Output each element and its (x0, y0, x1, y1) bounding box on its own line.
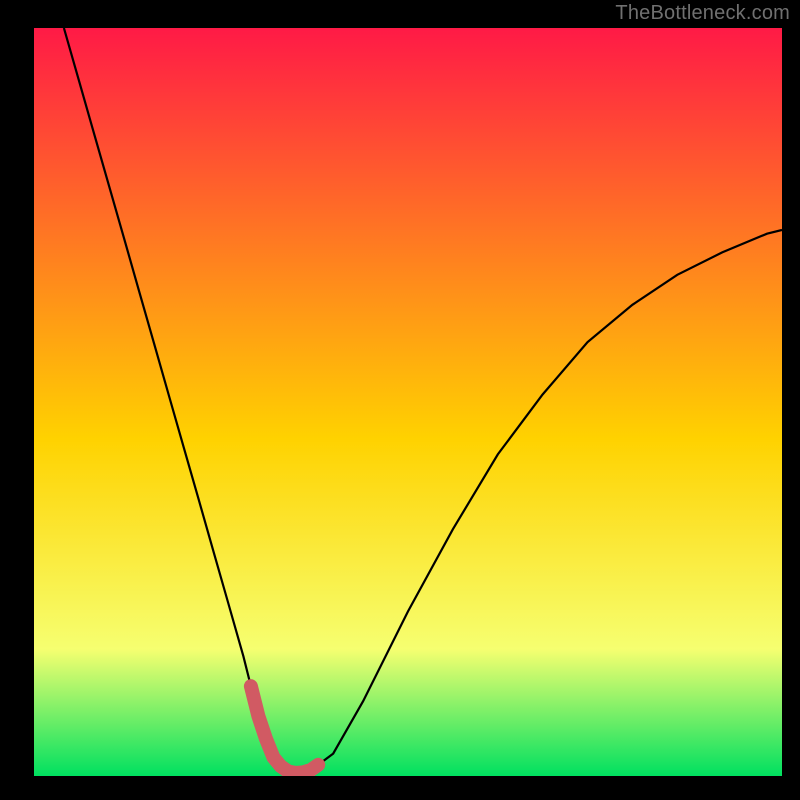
chart-svg (34, 28, 782, 776)
watermark-text: TheBottleneck.com (615, 2, 790, 25)
optimal-zone-dot (312, 758, 325, 771)
optimal-zone-dot (244, 680, 257, 693)
plot-area (34, 28, 782, 776)
chart-frame: TheBottleneck.com (0, 0, 800, 800)
gradient-background (34, 28, 782, 776)
